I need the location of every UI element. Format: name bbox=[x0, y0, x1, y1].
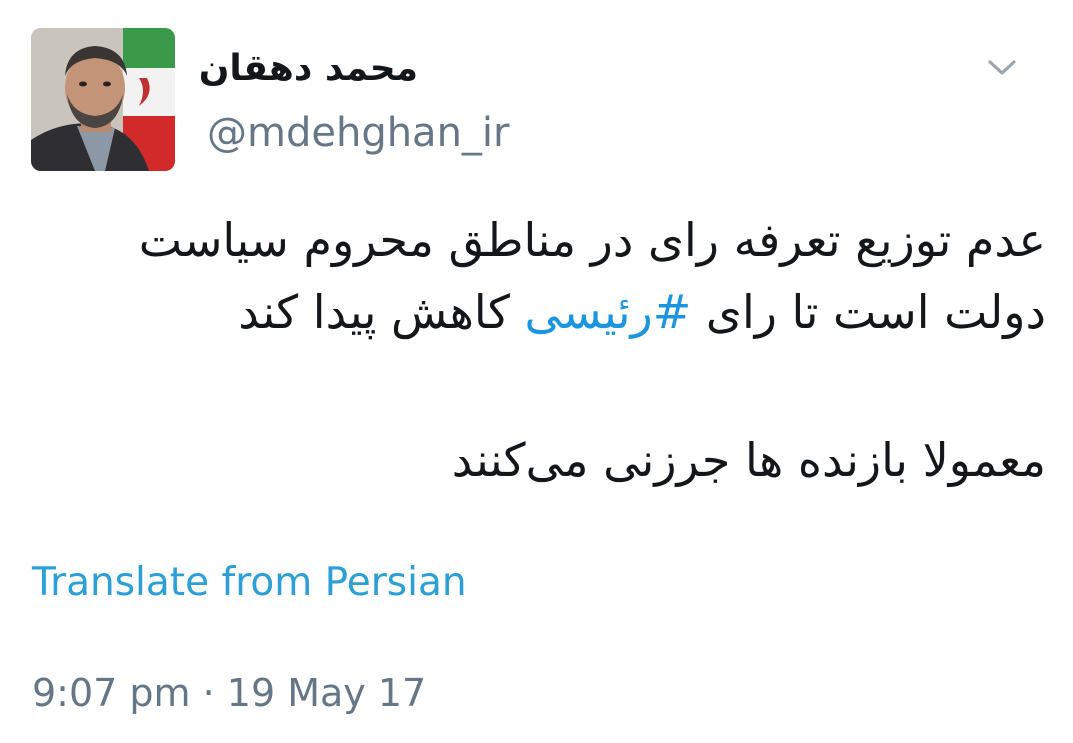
avatar[interactable] bbox=[31, 28, 175, 171]
tweet-text-segment: کاهش پیدا کند bbox=[238, 285, 525, 339]
chevron-down-icon[interactable] bbox=[984, 54, 1020, 82]
tweet-line: معمولا بازنده ها جرزنی می‌کنند bbox=[451, 433, 1046, 487]
hashtag-link[interactable]: #رئیسی bbox=[524, 285, 691, 339]
tweet-line: دولت است تا رای #رئیسی کاهش پیدا کند bbox=[46, 276, 1046, 348]
tweet-text: عدم توزیع تعرفه رای در مناطق محروم سیاست… bbox=[46, 204, 1046, 496]
tweet-card: محمد دهقان @mdehghan_ir عدم توزیع تعرفه … bbox=[0, 0, 1073, 743]
user-handle[interactable]: @mdehghan_ir bbox=[207, 110, 509, 156]
chevron-down-icon-glyph bbox=[988, 60, 1016, 75]
translate-link[interactable]: Translate from Persian bbox=[32, 560, 467, 605]
timestamp[interactable]: 9:07 pm · 19 May 17 bbox=[32, 671, 426, 715]
avatar-image bbox=[31, 28, 175, 171]
tweet-line: عدم توزیع تعرفه رای در مناطق محروم سیاست bbox=[138, 213, 1046, 267]
tweet-text-segment: دولت است تا رای bbox=[691, 285, 1046, 339]
display-name[interactable]: محمد دهقان bbox=[199, 48, 418, 89]
